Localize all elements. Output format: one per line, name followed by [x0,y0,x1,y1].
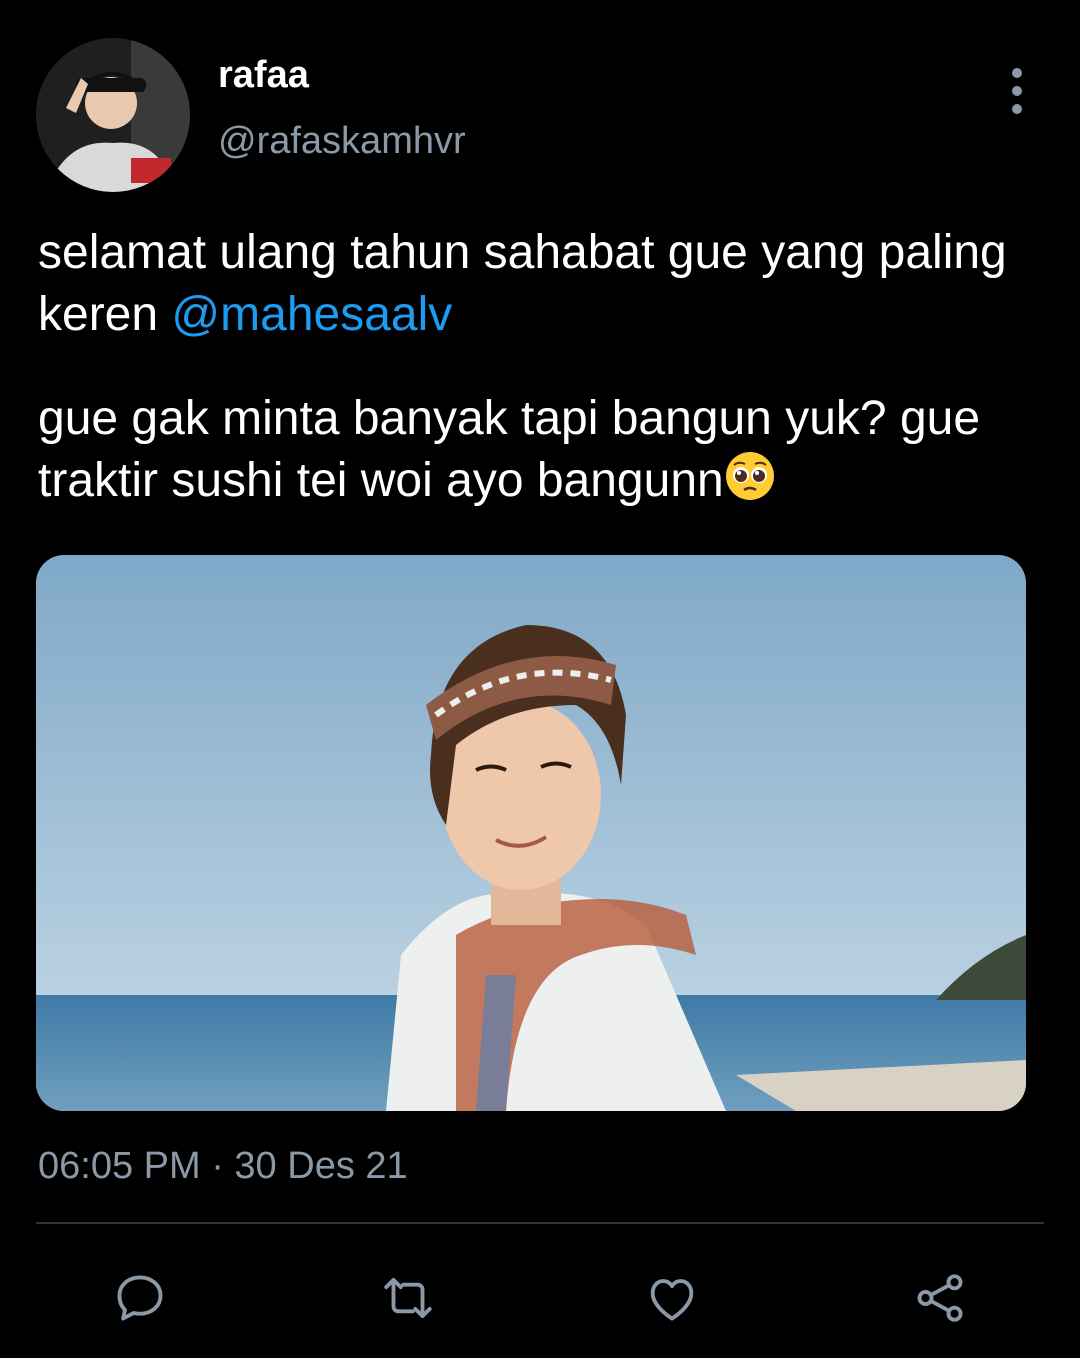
reply-icon [117,1275,163,1321]
dot [1012,86,1022,96]
mention-link[interactable]: @mahesaalv [171,288,452,341]
tweet-line-2: gue gak minta banyak tapi bangun yuk? gu… [38,392,981,507]
more-options-icon[interactable] [1000,68,1034,114]
reply-button[interactable] [110,1268,170,1328]
tweet-timestamp: 06:05 PM · 30 Des 21 [38,1145,408,1187]
like-button[interactable] [642,1268,702,1328]
divider [36,1222,1044,1224]
tweet-paragraph-1: selamat ulang tahun sahabat gue yang pal… [38,222,1048,346]
pleading-face-emoji [725,452,774,500]
dot [1012,68,1022,78]
retweet-button[interactable] [378,1268,438,1328]
user-handle[interactable]: @rafaskamhvr [218,120,466,163]
beach-portrait-photo [36,555,1026,1111]
tweet-text: selamat ulang tahun sahabat gue yang pal… [38,222,1048,554]
heart-icon [650,1279,694,1321]
tweet-paragraph-2: gue gak minta banyak tapi bangun yuk? gu… [38,388,1048,512]
dot [1012,104,1022,114]
display-name[interactable]: rafaa [218,54,309,97]
share-icon [917,1274,963,1322]
share-button[interactable] [910,1268,970,1328]
tweet-image[interactable] [36,555,1026,1111]
avatar-photo [36,38,190,192]
avatar[interactable] [36,38,190,192]
retweet-icon [384,1277,432,1319]
